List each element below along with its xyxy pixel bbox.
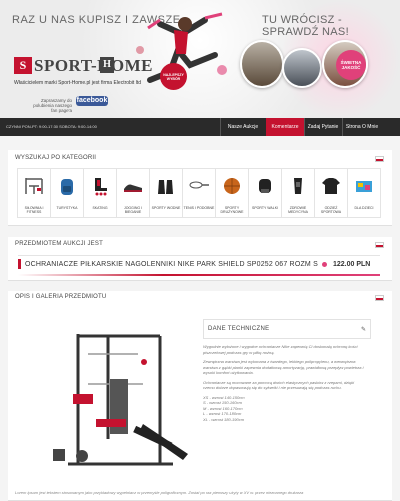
description-text: Wygodnie wyłożone i wygodne ochraniacze … (203, 344, 367, 426)
gloves-icon (254, 176, 276, 196)
description-paragraph: Zewnętrzna warstwa jest wykonana z tward… (203, 359, 364, 375)
nav-comments[interactable]: Komentarze (266, 118, 304, 136)
logo-text[interactable]: SPORT-HOME (34, 56, 153, 76)
category-gym[interactable]: SIŁOWNIA I FITNESS (17, 168, 51, 218)
price-dot-icon (322, 262, 327, 267)
basketball-icon (221, 176, 243, 196)
category-water-sports[interactable]: SPORTY WODNE (149, 168, 183, 218)
backpack-icon (56, 176, 78, 196)
description-paragraph: Wygodnie wyłożone i wygodne ochraniacze … (203, 344, 358, 355)
opening-hours: CZYNNI PON-PT: 9:00-17:30 SOBOTA: 9:00-1… (6, 124, 97, 129)
skate-icon (89, 176, 111, 196)
category-label: SPORTY DRUŻYNOWE (220, 206, 244, 214)
logo-badge: H (100, 57, 114, 73)
facebook-invite-text: Zapraszamy do polubienia naszego fan pag… (33, 98, 72, 113)
description-title: OPIS I GALERIA PRZEDMIOTU (15, 294, 107, 300)
fins-icon (155, 176, 177, 196)
edit-icon[interactable]: ✎ (361, 326, 366, 333)
category-jogging[interactable]: JOGGING I BIEGANIE (116, 168, 150, 218)
category-clothing[interactable]: ODZIEŻ SPORTOWA (314, 168, 348, 218)
price-underline (18, 274, 380, 276)
category-tennis[interactable]: TENIS I PODOBNE (182, 168, 216, 218)
owner-text: Właścicielem marki Sport-Home.pl jest fi… (14, 80, 141, 86)
product-price: 122.00 PLN (333, 261, 371, 268)
category-label: SPORTY WODNE (151, 206, 181, 210)
auction-title: PRZEDMIOTEM AUKCJI JEST (15, 241, 103, 247)
racket-icon (188, 176, 210, 196)
athlete-photo-1 (240, 40, 284, 88)
category-kids[interactable]: DLA DZIECI (347, 168, 381, 218)
gym-machine-icon (23, 176, 45, 196)
category-label: SIŁOWNIA I FITNESS (24, 206, 44, 214)
bottom-text: Lorem ipsum jest tekstem stosowanym jako… (15, 490, 304, 495)
description-paragraph: Ochraniacze są mocowane za pomocą dwóch … (203, 379, 355, 391)
flag-icon (375, 242, 384, 248)
shirt-icon (320, 176, 342, 196)
category-label: SKATING (92, 206, 108, 210)
category-label: ZDROWIE MEDYCYNA (288, 206, 308, 214)
title-accent (18, 259, 21, 269)
category-combat[interactable]: SPORTY WALKI (248, 168, 282, 218)
category-team-sports[interactable]: SPORTY DRUŻYNOWE (215, 168, 249, 218)
tech-title: DANE TECHNICZNE (208, 326, 270, 332)
flag-icon (375, 156, 384, 162)
logo-icon[interactable]: S (14, 57, 32, 74)
product-image-gym-machine[interactable] (48, 324, 196, 472)
slogan-right: TU WRÓCISZ - SPRAWDŹ NAS! (262, 14, 349, 38)
divider (18, 255, 380, 256)
flag-icon (375, 295, 384, 301)
size-list: XS - wzrost 140-150cm S - wzrost 150-160… (203, 394, 245, 422)
nav-auctions[interactable]: Nasze Aukcje (220, 118, 266, 136)
category-health[interactable]: ZDROWIE MEDYCYNA (281, 168, 315, 218)
product-name: OCHRANIACZE PIŁKARSKIE NAGOLENNIKI NIKE … (25, 261, 318, 268)
facebook-button[interactable]: facebook (76, 96, 108, 106)
category-label: JOGGING I BIEGANIE (123, 206, 143, 214)
category-label: SPORTY WALKI (252, 206, 278, 210)
categories-title: WYSZUKAJ PO KATEGORII (15, 155, 97, 161)
category-label: DLA DZIECI (354, 206, 374, 210)
category-skating[interactable]: SKATING (83, 168, 117, 218)
running-shoe-icon (122, 176, 144, 196)
badge-best-choice: NAJLEPSZY WYBÓR (160, 63, 187, 90)
brace-icon (287, 176, 309, 196)
category-tourism[interactable]: TURYSTYKA (50, 168, 84, 218)
nav-about[interactable]: Strona O Mnie (342, 118, 382, 136)
category-label: ODZIEŻ SPORTOWA (320, 206, 342, 214)
category-label: TURYSTYKA (56, 206, 78, 210)
athlete-photo-2 (282, 48, 322, 88)
toy-icon (353, 176, 375, 196)
nav-ask-question[interactable]: Zadaj Pytanie (304, 118, 342, 136)
category-label: TENIS I PODOBNE (183, 206, 215, 210)
badge-great-quality: ŚWIETNA JAKOŚĆ (336, 50, 366, 80)
